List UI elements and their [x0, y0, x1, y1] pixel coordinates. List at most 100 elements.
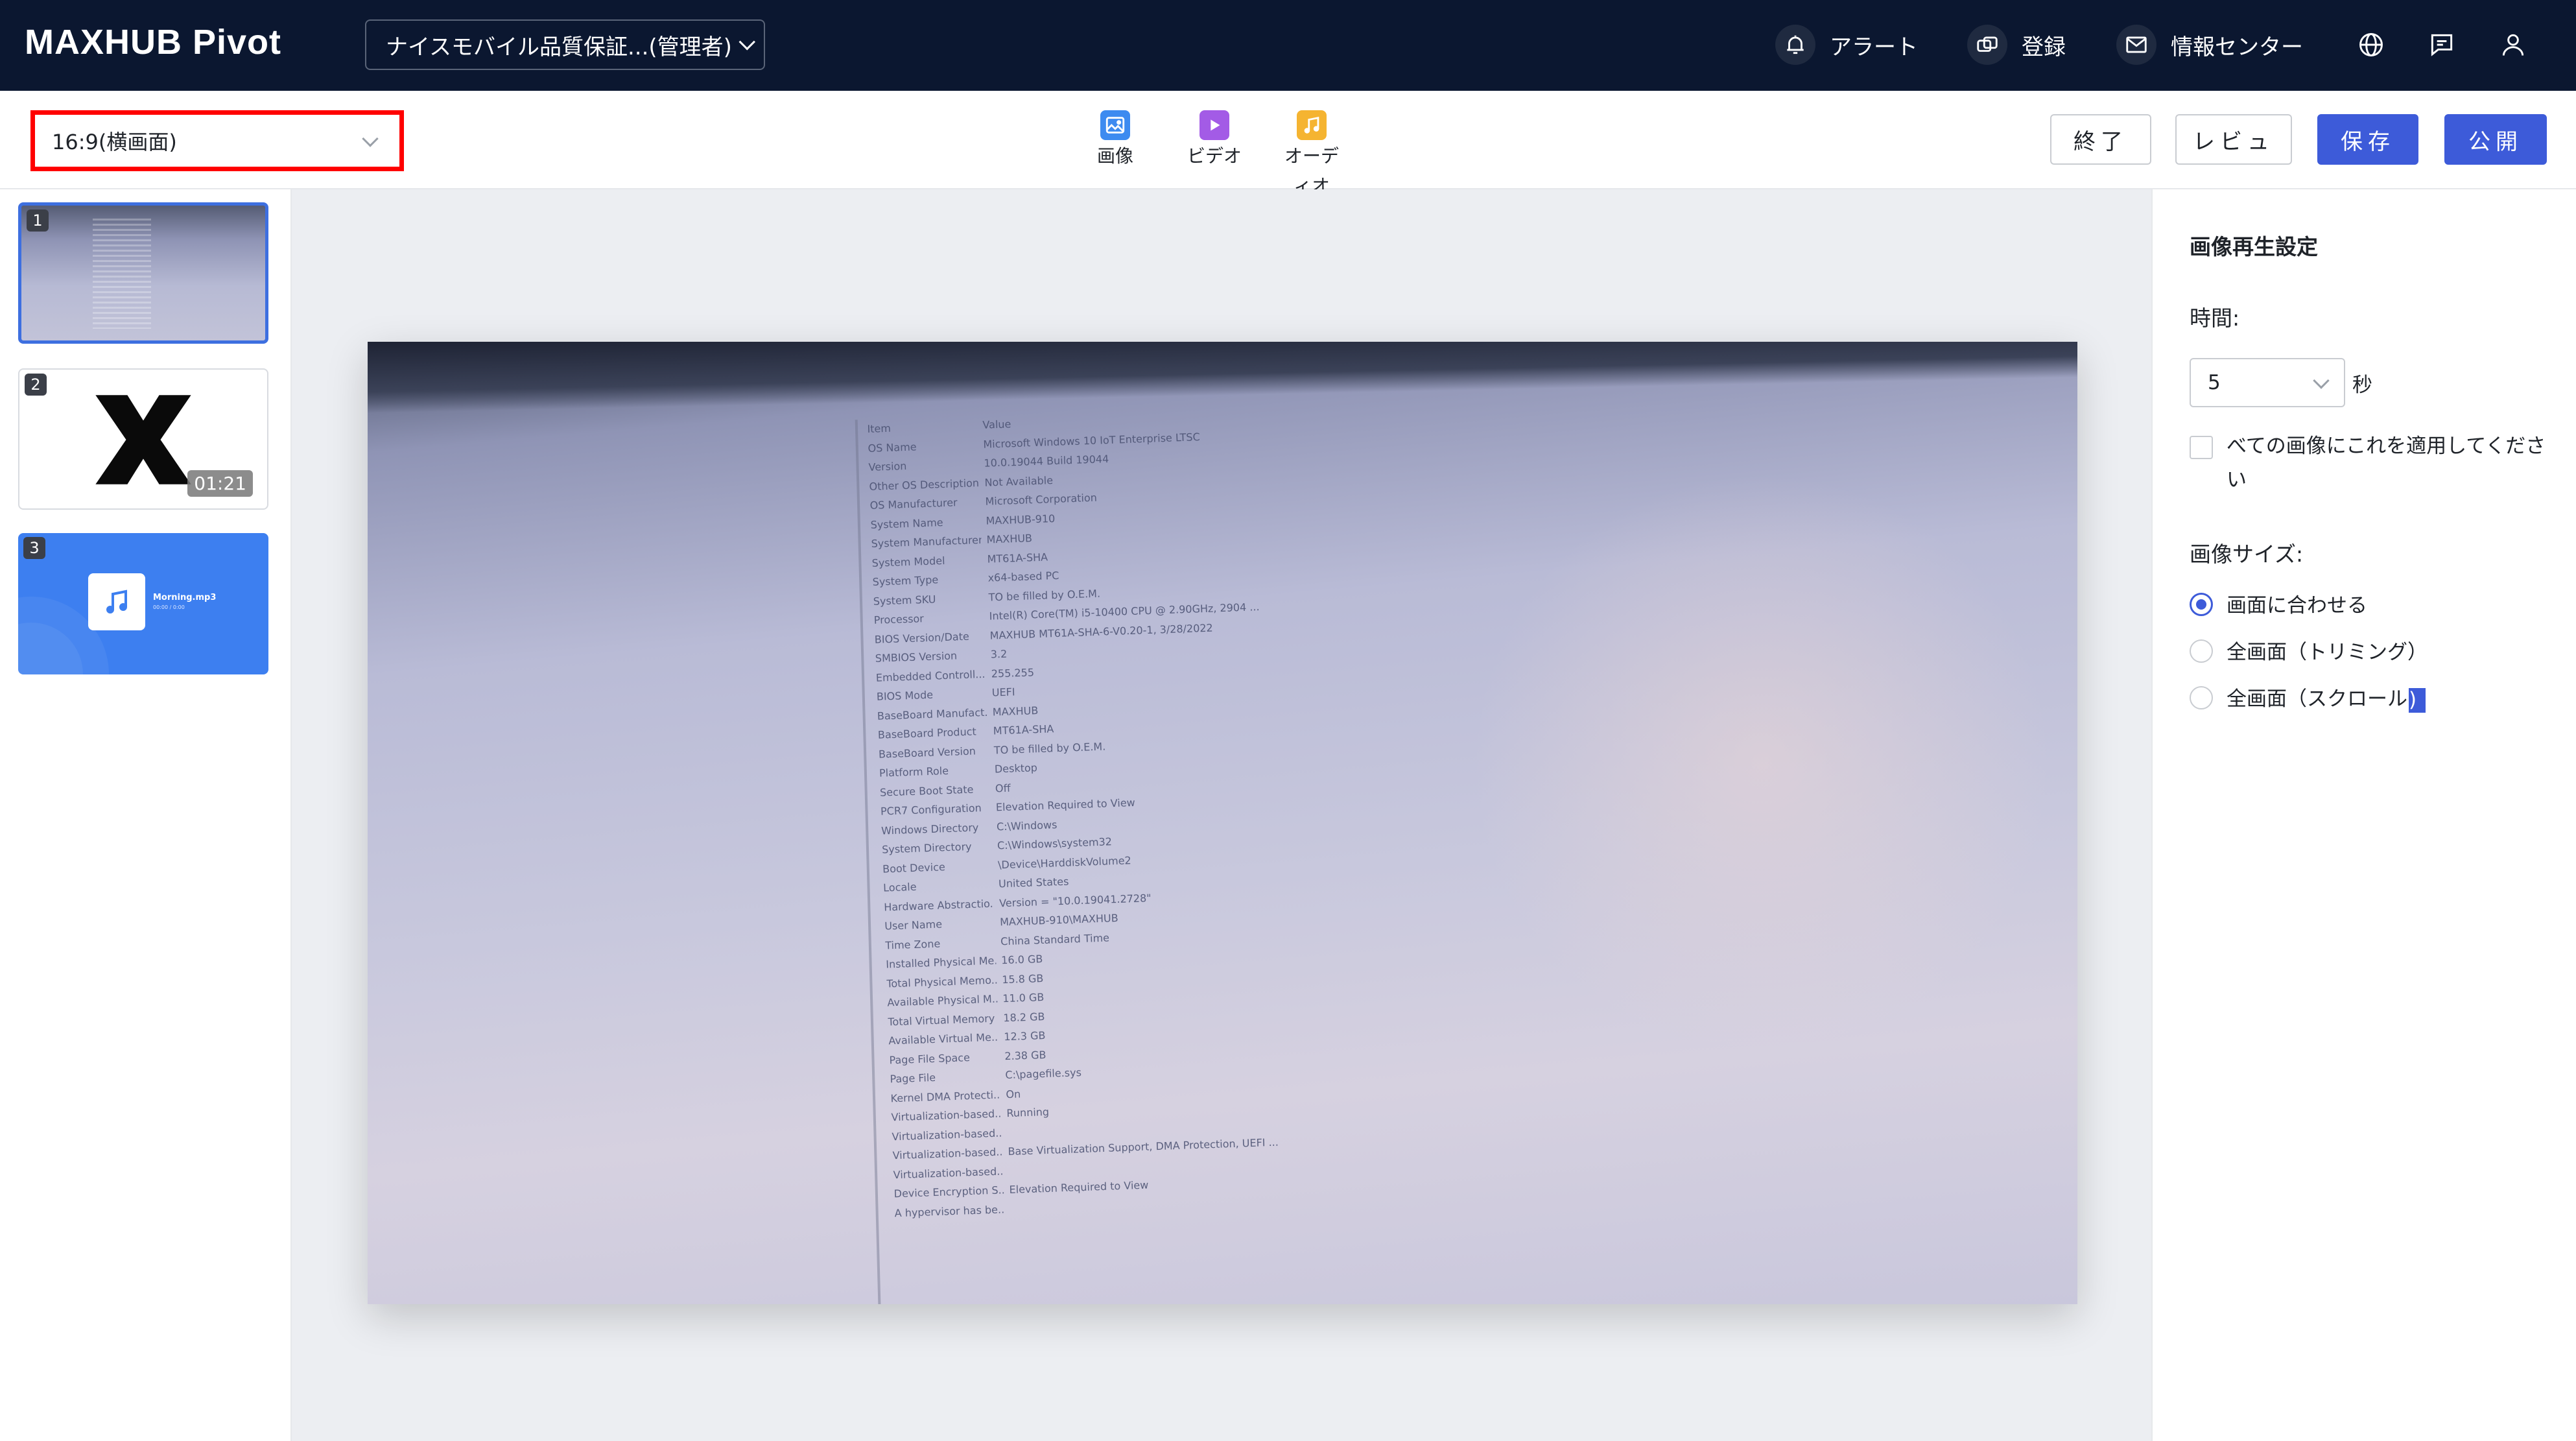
sysinfo-key: Virtualization-based...	[891, 1107, 1002, 1124]
sysinfo-value: 11.0 GB	[1002, 991, 1045, 1005]
nav-alert[interactable]: アラート	[1775, 23, 1918, 66]
sysinfo-value: 10.0.19044 Build 19044	[984, 453, 1109, 470]
apply-all-checkbox[interactable]	[2190, 436, 2213, 459]
sysinfo-key: Boot Device	[882, 860, 946, 875]
sysinfo-key: Windows Directory	[880, 821, 979, 837]
language-button[interactable]	[2350, 23, 2393, 66]
slide-number: 3	[23, 537, 45, 559]
apply-all-label[interactable]: べての画像にこれを適用してください	[2227, 429, 2551, 497]
nav-register[interactable]: 登録	[1967, 23, 2066, 66]
sysinfo-value: MAXHUB	[986, 532, 1033, 546]
image-settings-panel: 画像再生設定 時間: 5 秒 べての画像にこれを適用してください 画像サイズ: …	[2151, 189, 2576, 1441]
organization-select[interactable]: ナイスモバイル品質保証...(管理者)	[365, 19, 765, 70]
sysinfo-value: C:\pagefile.sys	[1005, 1066, 1082, 1082]
slide-number: 1	[27, 209, 49, 232]
sysinfo-key: Available Physical M...	[887, 992, 998, 1009]
sysinfo-key: BIOS Mode	[876, 688, 934, 703]
user-icon	[2502, 34, 2524, 56]
sysinfo-key: Kernel DMA Protecti...	[890, 1088, 1001, 1105]
nav-alert-label: アラート	[1830, 34, 1918, 60]
sysinfo-key: OS Name	[868, 440, 917, 455]
add-video-button[interactable]: ビデオ	[1172, 110, 1257, 171]
messages-button[interactable]	[2420, 23, 2463, 66]
sysinfo-value: MAXHUB-910	[986, 512, 1056, 527]
duration-value: 5	[2208, 371, 2221, 394]
size-scroll-label-tail: )	[2409, 687, 2417, 711]
exit-button[interactable]: 終了	[2050, 114, 2151, 165]
sysinfo-value: 15.8 GB	[1001, 971, 1044, 986]
sysinfo-value: 16.0 GB	[1000, 953, 1043, 967]
sysinfo-key: Version	[868, 460, 907, 474]
sysinfo-value: 255.255	[991, 665, 1035, 680]
sysinfo-key: Total Physical Memo...	[886, 973, 997, 990]
alert-icon	[1775, 25, 1815, 65]
sysinfo-key: Other OS Description	[869, 476, 980, 493]
sysinfo-key: Hardware Abstractio...	[883, 897, 995, 914]
nav-info-center[interactable]: 情報センター	[2116, 23, 2303, 66]
app-logo[interactable]: MAXHUB Pivot	[25, 22, 281, 62]
size-crop-label[interactable]: 全画面（トリミング）	[2227, 636, 2428, 665]
thumbnail-preview	[93, 219, 151, 329]
sysinfo-value: Off	[995, 781, 1011, 795]
add-video-label: ビデオ	[1187, 145, 1242, 167]
size-crop-radio[interactable]	[2190, 639, 2213, 663]
sysinfo-key: Virtualization-based...	[893, 1165, 1004, 1182]
sysinfo-key: OS Manufacturer	[869, 496, 958, 512]
aspect-ratio-select[interactable]: 16:9(横画面)	[30, 110, 404, 171]
sysinfo-value: 3.2	[990, 647, 1008, 661]
chevron-down-icon	[739, 34, 755, 51]
size-scroll-radio[interactable]	[2190, 686, 2213, 709]
sysinfo-value: China Standard Time	[1000, 931, 1110, 948]
sysinfo-key: System Directory	[881, 840, 972, 856]
editor-toolbar: 16:9(横画面) 画像 ビデオ オーディオ 終了 レビュ 保存 公開	[0, 91, 2576, 196]
sysinfo-key: Embedded Controll...	[875, 667, 986, 684]
sysinfo-key: Virtualization-based...	[892, 1145, 1003, 1162]
image-icon	[1100, 110, 1130, 140]
image-size-label: 画像サイズ:	[2190, 542, 2304, 567]
sysinfo-key: Page File	[890, 1071, 936, 1086]
user-menu-button[interactable]	[2492, 23, 2535, 66]
size-fit-radio[interactable]	[2190, 593, 2213, 616]
register-icon	[1967, 25, 2007, 65]
video-duration: 01:21	[187, 470, 253, 497]
slide-list: 1 2 01:21 Morning.mp3 00:00 / 0:00 3	[0, 189, 292, 1441]
sysinfo-value: MT61A-SHA	[993, 722, 1054, 737]
size-scroll-label-wrap[interactable]: 全画面（スクロール)	[2227, 682, 2426, 713]
slide-thumbnail[interactable]: Morning.mp3 00:00 / 0:00 3	[18, 533, 268, 674]
sysinfo-value: MT61A-SHA	[987, 551, 1048, 566]
sysinfo-value: C:\Windows	[996, 818, 1058, 833]
publish-button[interactable]: 公開	[2444, 114, 2547, 165]
sysinfo-value: 2.38 GB	[1004, 1048, 1046, 1062]
add-image-button[interactable]: 画像	[1073, 110, 1157, 171]
sysinfo-value: United States	[998, 875, 1069, 890]
sysinfo-value: MAXHUB-910\MAXHUB	[999, 912, 1118, 929]
slide-thumbnail[interactable]: 2 01:21	[18, 368, 268, 510]
sysinfo-value: Version = "10.0.19041.2728"	[998, 891, 1152, 910]
sysinfo-value: 12.3 GB	[1004, 1029, 1046, 1043]
sysinfo-value: MAXHUB	[992, 704, 1039, 719]
sysinfo-value: x64-based PC	[987, 569, 1059, 584]
review-button[interactable]: レビュ	[2175, 114, 2292, 165]
save-button[interactable]: 保存	[2317, 114, 2418, 165]
sysinfo-key: BaseBoard Version	[878, 744, 976, 761]
sysinfo-key: Installed Physical Me...	[886, 954, 997, 971]
sysinfo-value: TO be filled by O.E.M.	[993, 740, 1106, 757]
sysinfo-key: Platform Role	[879, 765, 949, 780]
size-scroll-label: 全画面（スクロール	[2227, 687, 2407, 711]
sysinfo-value: On	[1006, 1088, 1021, 1101]
duration-select[interactable]: 5	[2190, 358, 2345, 407]
sysinfo-key: Virtualization-based...	[892, 1126, 1002, 1143]
sysinfo-value: C:\Windows\system32	[997, 835, 1113, 852]
chevron-down-icon	[362, 130, 379, 147]
sysinfo-value: Desktop	[994, 761, 1038, 776]
add-audio-button[interactable]: オーディオ	[1270, 110, 1354, 201]
sysinfo-key: Device Encryption S...	[893, 1184, 1004, 1200]
slide-image-preview[interactable]: Item Value OS Name Microsoft Windows 10 IoT…	[368, 342, 2077, 1304]
size-fit-label[interactable]: 画面に合わせる	[2227, 589, 2367, 618]
slide-number: 2	[25, 374, 47, 396]
sysinfo-key: A hypervisor has be...	[894, 1203, 1005, 1219]
organization-select-value: ナイスモバイル品質保証...(管理者)	[386, 34, 732, 60]
slide-thumbnail[interactable]: 1	[18, 202, 268, 344]
sysinfo-key: Available Virtual Me...	[888, 1030, 999, 1047]
audio-icon	[1297, 110, 1327, 140]
